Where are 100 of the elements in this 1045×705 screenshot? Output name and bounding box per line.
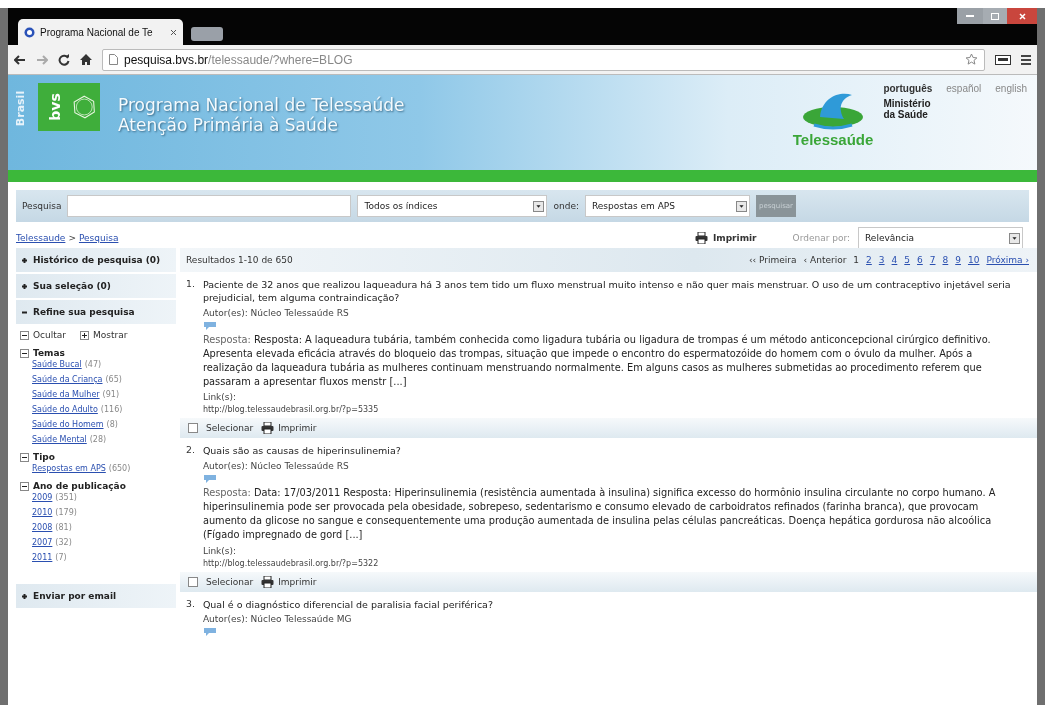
expand-icon[interactable] — [20, 281, 29, 291]
printer-icon — [261, 575, 275, 588]
facet-link[interactable]: Saúde do Homem — [32, 420, 104, 429]
bvs-logo: bvs — [38, 83, 100, 131]
section-title[interactable]: Sua seleção (0) — [33, 281, 111, 291]
where-select[interactable]: Respostas em APS — [584, 195, 750, 217]
dropdown-caret-icon — [533, 200, 545, 212]
facet-link[interactable]: 2007 — [32, 538, 53, 547]
links-label: Link(s): — [202, 545, 238, 556]
page-link[interactable]: 7 — [929, 255, 936, 265]
facet-link[interactable]: Saúde da Mulher — [32, 390, 100, 399]
result-title[interactable]: Quais são as causas de hiperinsulinemia? — [202, 444, 1021, 458]
reload-icon[interactable] — [58, 53, 70, 66]
home-icon[interactable] — [80, 54, 92, 65]
print-button[interactable]: Imprimir — [261, 422, 317, 435]
toggle-label[interactable]: Ocultar — [33, 330, 66, 340]
comment-icon — [202, 320, 217, 330]
url-text: pesquisa.bvs.br/telessaude/?where=BLOG — [124, 52, 353, 67]
next-page-link[interactable]: Próxima › — [986, 255, 1029, 265]
page-link[interactable]: 1 — [853, 255, 860, 265]
search-label: Pesquisa — [22, 201, 62, 211]
facet-link[interactable]: Saúde Bucal — [32, 360, 82, 369]
back-icon[interactable] — [14, 54, 26, 65]
facet-count: (116) — [100, 405, 123, 414]
menu-icon[interactable] — [1021, 54, 1031, 65]
facet-link[interactable]: 2010 — [32, 508, 53, 517]
print-button[interactable]: Imprimir — [694, 232, 757, 244]
maximize-icon — [991, 12, 999, 20]
select-checkbox[interactable] — [188, 576, 198, 587]
page-link[interactable]: 2 — [866, 255, 872, 265]
index-select[interactable]: Todos os índices — [357, 195, 548, 217]
page-link[interactable]: 3 — [878, 255, 885, 265]
expand-icon[interactable] — [20, 255, 29, 265]
collapse-icon[interactable] — [20, 481, 29, 491]
collapse-icon[interactable] — [20, 348, 29, 358]
where-label: onde: — [553, 201, 579, 211]
result-answer: Resposta: Data: 17/03/2011 Resposta: Hiperinsulinemia (resistência aumentada à insulina) significa excesso do hormônio insulina circulante no corpo humano. A hiperinsulinemia pode ser provocada pela obesidade, sobrepeso, sedentarismo e consumo elevado de carboidratos refinados (farinha branca), que provocam aumento da glicose no sangue e consequentemente uma produção aumentada de insulina pelas células pancreáticas. Doença hepática gordurosa não alcoólica (Fígado impregnado de gord [...] — [202, 485, 997, 543]
section-title[interactable]: Refine sua pesquisa — [33, 307, 135, 317]
page-link[interactable]: 8 — [942, 255, 949, 265]
facet-count: (28) — [89, 435, 107, 444]
breadcrumb-separator: > — [68, 233, 76, 243]
facet-count: (351) — [55, 493, 77, 502]
facet-link[interactable]: Saúde do Adulto — [32, 405, 98, 414]
section-title[interactable]: Enviar por email — [33, 591, 117, 601]
result-author: Autor(es): Núcleo Telessaúde RS — [202, 460, 350, 471]
facet-count: (179) — [55, 508, 77, 517]
facet-link[interactable]: 2011 — [32, 553, 53, 562]
select-label: Selecionar — [206, 576, 254, 587]
breadcrumb-link[interactable]: Pesquisa — [78, 233, 119, 243]
result-answer: Resposta: Resposta: A laqueadura tubária, também conhecida como ligadura tubária ou ligadura de trompas é um método anticoncepcional cirúrgico definitivo. Apresenta elevada eficácia através do bloqueio das trompas, situação que impede o encontro do espermatozóide do homem com o óvulo da mulher. Após a realização da laqueadura tubária as mulheres continuam menstruando normalmente. Em alguns casos as mulheres submetidas ao procedimento referem que passaram a apresentar fluxos menstr [...] — [202, 332, 992, 390]
dropdown-caret-icon — [735, 200, 747, 212]
toggle-label[interactable]: Mostrar — [93, 330, 128, 340]
page-link[interactable]: 4 — [891, 255, 898, 265]
facet-count: (8) — [106, 420, 118, 429]
page-link[interactable]: 10 — [967, 255, 980, 265]
language-link[interactable]: english — [995, 83, 1027, 94]
section-title[interactable]: Histórico de pesquisa (0) — [33, 255, 161, 265]
page-link[interactable]: 6 — [917, 255, 923, 265]
facet-link[interactable]: Saúde da Criança — [32, 375, 103, 384]
facet-link[interactable]: 2008 — [32, 523, 53, 532]
select-checkbox[interactable] — [188, 423, 198, 434]
result-url[interactable]: http://blog.telessaudebrasil.org.br/?p=5335 — [202, 405, 1021, 415]
star-icon[interactable] — [965, 53, 978, 66]
facet-link[interactable]: Saúde Mental — [32, 435, 87, 444]
print-button[interactable]: Imprimir — [261, 575, 317, 588]
facet-group-title: Tipo — [33, 452, 55, 462]
facet-link[interactable]: Respostas em APS — [32, 464, 106, 473]
facet-count: (47) — [84, 360, 102, 369]
expand-icon[interactable] — [80, 330, 89, 340]
collapse-icon[interactable] — [20, 452, 29, 462]
result-author: Autor(es): Núcleo Telessaúde RS — [202, 307, 350, 318]
result-number: 1. — [186, 278, 195, 291]
result-author: Autor(es): Núcleo Telessaúde MG — [202, 613, 353, 624]
facet-count: (32) — [55, 538, 72, 547]
collapse-icon[interactable] — [20, 330, 29, 340]
sort-select[interactable]: Relevância — [858, 227, 1023, 249]
result-title[interactable]: Paciente de 32 anos que realizou laqueadura há 3 anos tem tido um fluxo menstrual muito intenso e não quer mais menstruar. O uso de um contraceptivo injetável seria prejudicial, tem alguma contraindicação? — [202, 278, 1021, 305]
result-number: 3. — [186, 597, 195, 611]
address-bar[interactable]: pesquisa.bvs.br/telessaude/?where=BLOG — [102, 48, 985, 71]
result-title[interactable]: Qual é o diagnóstico diferencial de paralisia facial periférica? — [202, 597, 1021, 611]
minimize-button[interactable] — [957, 8, 983, 24]
close-icon[interactable] — [170, 28, 177, 36]
close-window-button[interactable] — [1007, 8, 1037, 24]
facet-count: (81) — [55, 523, 72, 532]
result-url[interactable]: http://blog.telessaudebrasil.org.br/?p=5322 — [202, 558, 1021, 568]
search-field[interactable] — [67, 195, 352, 217]
facet-link[interactable]: 2009 — [32, 493, 53, 502]
page-link[interactable]: 9 — [955, 255, 961, 265]
extension-icon[interactable] — [995, 54, 1011, 65]
facet-count: (7) — [55, 553, 67, 562]
previous-page-link[interactable]: ‹ Anterior — [803, 255, 847, 265]
browser-tab[interactable]: Programa Nacional de Te — [18, 19, 183, 45]
breadcrumb-link[interactable]: Telessaude — [16, 233, 66, 243]
page-link[interactable]: 5 — [904, 255, 911, 265]
first-page-link[interactable]: ‹‹ Primeira — [749, 255, 797, 265]
brand-logo: Telessaúde — [792, 87, 874, 148]
result-number: 2. — [186, 444, 195, 458]
expand-icon[interactable] — [20, 591, 29, 601]
results-summary: Resultados 1-10 de 650 — [186, 255, 293, 265]
language-link[interactable]: português — [883, 83, 933, 94]
